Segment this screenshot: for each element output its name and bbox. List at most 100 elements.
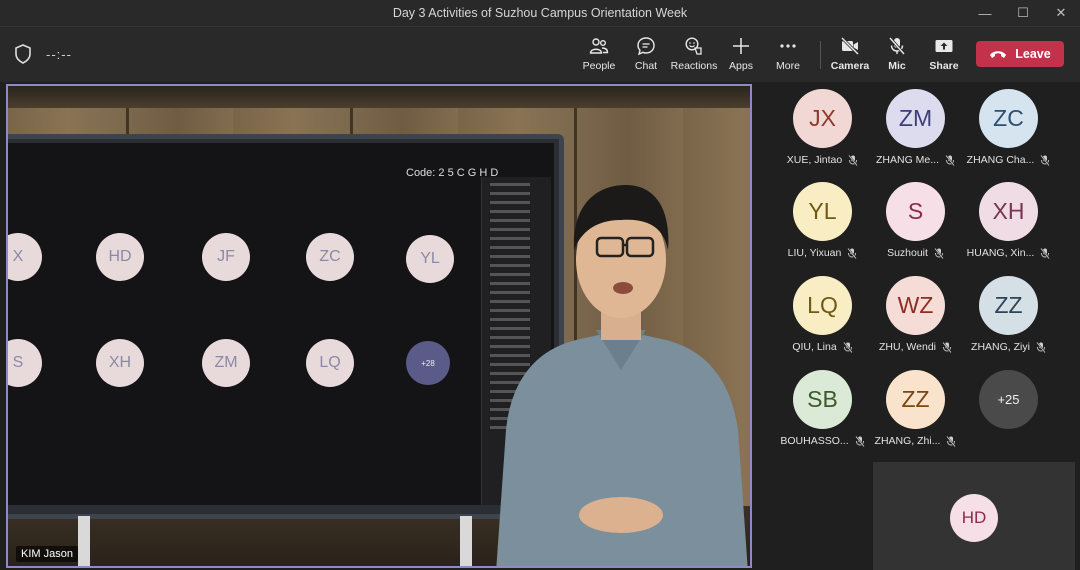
participant-avatar: S — [886, 182, 945, 241]
participant-tile[interactable]: XH HUANG, Xin... — [962, 179, 1055, 271]
camera-button[interactable]: Camera — [825, 36, 875, 76]
chat-label: Chat — [634, 60, 658, 72]
participant-name: QIU, Lina — [792, 341, 837, 353]
people-button[interactable]: People — [574, 36, 624, 76]
participant-name-row: ZHANG, Ziyi — [962, 341, 1055, 353]
screen-avatar: JF — [202, 233, 250, 281]
participant-avatar: YL — [793, 182, 852, 241]
screen-more-count: +28 — [406, 341, 450, 385]
participant-tile[interactable]: SB BOUHASSO... — [776, 367, 869, 459]
leave-label: Leave — [1015, 47, 1051, 61]
screen-avatar: YL — [406, 235, 454, 283]
participant-name-row: ZHANG Cha... — [962, 154, 1055, 166]
participant-name-row: QIU, Lina — [776, 341, 869, 353]
participant-name-row: Suzhouit — [869, 247, 962, 259]
screen-avatar: X — [8, 233, 42, 281]
participant-avatar: WZ — [886, 276, 945, 335]
participant-avatar: XH — [979, 182, 1038, 241]
participant-name: ZHANG Cha... — [966, 154, 1035, 166]
participant-avatar: ZZ — [979, 276, 1038, 335]
meeting-toolbar: --:-- People Chat Reactions Apps More Ca… — [0, 26, 1080, 82]
close-icon[interactable]: ✕ — [1042, 0, 1080, 26]
mic-off-icon — [854, 435, 865, 447]
mic-label: Mic — [888, 60, 906, 72]
participant-tile[interactable]: JX XUE, Jintao — [776, 86, 869, 178]
ceiling — [8, 86, 750, 108]
participant-name-row: XUE, Jintao — [776, 154, 869, 166]
participant-name: LIU, Yixuan — [787, 247, 842, 259]
participant-name-row: ZHANG Me... — [869, 154, 962, 166]
window-controls: — ☐ ✕ — [966, 0, 1080, 26]
self-view-tile[interactable]: HD — [873, 462, 1075, 570]
participant-avatar: ZC — [979, 89, 1038, 148]
title-bar: Day 3 Activities of Suzhou Campus Orient… — [0, 0, 1080, 26]
participant-name: ZHANG, Zhi... — [874, 435, 941, 447]
participant-name: ZHANG Me... — [875, 154, 939, 166]
participant-tile[interactable]: S Suzhouit — [869, 179, 962, 271]
participant-tile[interactable]: ZC ZHANG Cha... — [962, 86, 1055, 178]
mic-off-icon — [945, 154, 955, 166]
more-button[interactable]: More — [763, 36, 813, 76]
tv-stand-left — [78, 516, 90, 566]
screen-avatar: ZM — [202, 339, 250, 387]
participant-name: XUE, Jintao — [786, 154, 843, 166]
chat-button[interactable]: Chat — [621, 36, 671, 76]
participant-name: ZHU, Wendi — [879, 341, 936, 353]
shared-meeting-view: Code: 2 5 C G H D X HD JF ZC YL S XH ZM … — [8, 143, 554, 505]
participant-name-row: LIU, Yixuan — [776, 247, 869, 259]
apps-button[interactable]: Apps — [716, 36, 766, 76]
participant-tile[interactable]: LQ QIU, Lina — [776, 273, 869, 365]
participant-name: ZHANG, Ziyi — [971, 341, 1030, 353]
screen-avatar: XH — [96, 339, 144, 387]
participant-avatar: JX — [793, 89, 852, 148]
chat-icon — [637, 37, 655, 56]
participant-tile[interactable]: ZZ ZHANG, Ziyi — [962, 273, 1055, 365]
mic-off-icon — [1040, 154, 1051, 166]
participant-tile[interactable]: ZZ ZHANG, Zhi... — [869, 367, 962, 459]
camera-label: Camera — [830, 60, 870, 72]
mic-off-icon — [847, 247, 858, 259]
display-screen: Code: 2 5 C G H D X HD JF ZC YL S XH ZM … — [8, 134, 564, 519]
participant-name-row: HUANG, Xin... — [962, 247, 1055, 259]
camera-off-icon — [840, 36, 860, 56]
participant-tile[interactable]: WZ ZHU, Wendi — [869, 273, 962, 365]
screen-avatar: S — [8, 339, 42, 387]
leave-button[interactable]: Leave — [976, 41, 1064, 67]
self-avatar: HD — [950, 494, 998, 542]
participant-tile[interactable]: ZM ZHANG Me... — [869, 86, 962, 178]
participant-name: BOUHASSO... — [780, 435, 849, 447]
participant-avatar: SB — [793, 370, 852, 429]
share-icon — [935, 40, 953, 52]
share-label: Share — [929, 60, 959, 72]
mic-off-icon — [946, 435, 957, 447]
maximize-icon[interactable]: ☐ — [1004, 0, 1042, 26]
minimize-icon[interactable]: — — [966, 0, 1004, 26]
people-label: People — [582, 60, 616, 72]
share-button[interactable]: Share — [919, 36, 969, 76]
participant-name-row: BOUHASSO... — [776, 435, 869, 447]
speaker-figure — [496, 185, 748, 566]
participant-name: Suzhouit — [887, 247, 928, 259]
participant-tile[interactable]: +25 — [962, 367, 1055, 459]
tv-stand-right — [460, 516, 472, 566]
mic-off-icon — [1040, 247, 1051, 259]
mic-off-icon — [1036, 341, 1046, 353]
mic-off-icon — [934, 247, 944, 259]
screen-avatar: LQ — [306, 339, 354, 387]
participant-avatar: LQ — [793, 276, 852, 335]
mic-button[interactable]: Mic — [872, 36, 922, 76]
more-label: More — [776, 60, 800, 72]
plus-icon — [733, 38, 749, 54]
participant-name-row: ZHU, Wendi — [869, 341, 962, 353]
participant-name-row: ZHANG, Zhi... — [869, 435, 962, 447]
reactions-button[interactable]: Reactions — [669, 36, 719, 76]
mic-off-icon — [942, 341, 952, 353]
participant-tile[interactable]: YL LIU, Yixuan — [776, 179, 869, 271]
main-video-stage[interactable]: Code: 2 5 C G H D X HD JF ZC YL S XH ZM … — [6, 84, 752, 568]
apps-label: Apps — [729, 60, 753, 72]
screen-avatar: HD — [96, 233, 144, 281]
toolbar-divider — [820, 41, 821, 69]
people-icon — [589, 38, 609, 54]
meeting-timer: --:-- — [46, 47, 72, 62]
speaker-name-tag: KIM Jason — [16, 546, 78, 562]
